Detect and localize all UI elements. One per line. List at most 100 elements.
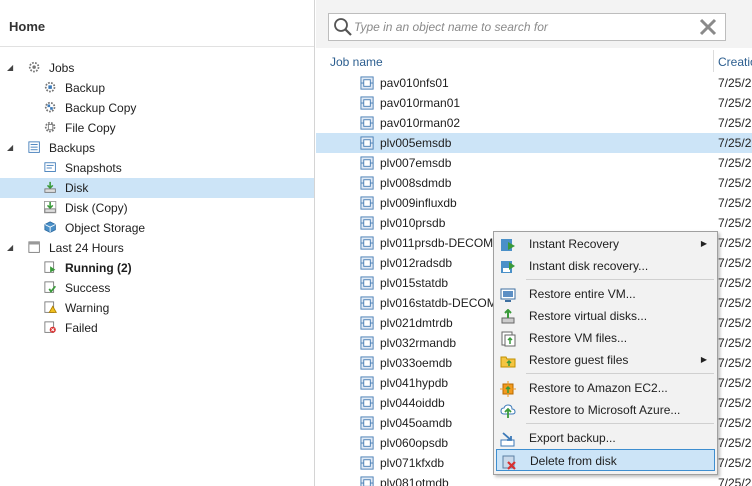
tree-item-label: Failed	[65, 321, 98, 335]
navigation-pane: Home ◢ Jobs Backup Backup Copy File Copy ◢ Bac…	[0, 0, 315, 486]
table-row[interactable]: plv009influxdb 7/25/2	[316, 193, 752, 213]
submenu-arrow-icon: ▶	[700, 355, 707, 364]
job-name-cell: plv015statdb	[380, 276, 449, 290]
collapse-arrow-icon[interactable]: ◢	[7, 58, 17, 78]
tree-item-label: Jobs	[49, 61, 75, 75]
table-row[interactable]: plv007emsdb 7/25/2	[316, 153, 752, 173]
menu-item-label: Export backup...	[529, 431, 616, 445]
context-menu: Instant Recovery ▶ Instant disk recovery..…	[493, 231, 718, 475]
collapse-arrow-icon[interactable]: ◢	[7, 138, 17, 158]
collapse-arrow-icon[interactable]: ◢	[7, 238, 17, 258]
table-row[interactable]: pav010nfs01 7/25/2	[316, 73, 752, 93]
nav-tree: ◢ Jobs Backup Backup Copy File Copy ◢ Backups S…	[0, 58, 314, 338]
backup-job-icon	[44, 81, 56, 93]
job-icon	[360, 216, 374, 230]
job-name-cell: plv033oemdb	[380, 356, 453, 370]
job-icon	[360, 276, 374, 290]
tree-item-disk-copy[interactable]: Disk (Copy)	[0, 198, 314, 218]
creation-time-cell: 7/25/2	[718, 476, 752, 486]
menu-item-restore-guest-files[interactable]: Restore guest files ▶	[496, 349, 715, 371]
menu-separator	[526, 279, 714, 280]
tree-item-warning[interactable]: Warning	[0, 298, 314, 318]
menu-item-delete-from-disk[interactable]: Delete from disk	[496, 449, 715, 471]
menu-item-restore-vm-files[interactable]: Restore VM files...	[496, 327, 715, 349]
creation-time-cell: 7/25/2	[718, 376, 752, 390]
table-row[interactable]: plv010prsdb 7/25/2	[316, 213, 752, 233]
menu-item-instant-recovery[interactable]: Instant Recovery ▶	[496, 233, 715, 255]
job-icon	[360, 136, 374, 150]
restore-files-icon	[501, 331, 516, 347]
tree-item-backup[interactable]: Backup	[0, 78, 314, 98]
creation-time-cell: 7/25/2	[718, 456, 752, 470]
creation-time-cell: 7/25/2	[718, 396, 752, 410]
tree-item-file-copy[interactable]: File Copy	[0, 118, 314, 138]
restore-vm-icon	[500, 288, 516, 302]
job-icon	[360, 236, 374, 250]
job-icon	[360, 176, 374, 190]
job-name-cell: plv021dmtrdb	[380, 316, 453, 330]
creation-time-cell: 7/25/2	[718, 256, 752, 270]
success-icon	[44, 281, 57, 293]
column-header-job-name[interactable]: Job name	[330, 54, 383, 70]
tree-item-object-storage[interactable]: Object Storage	[0, 218, 314, 238]
menu-separator	[526, 373, 714, 374]
creation-time-cell: 7/25/2	[718, 136, 752, 150]
tree-item-success[interactable]: Success	[0, 278, 314, 298]
menu-item-restore-to-amazon-ec2[interactable]: Restore to Amazon EC2...	[496, 377, 715, 399]
backups-icon	[28, 141, 40, 153]
disk-copy-icon	[44, 201, 57, 214]
table-row[interactable]: pav010rman02 7/25/2	[316, 113, 752, 133]
job-name-cell: plv007emsdb	[380, 156, 452, 170]
job-name-cell: pav010nfs01	[380, 76, 449, 90]
menu-item-export-backup[interactable]: Export backup...	[496, 427, 715, 449]
restore-guest-files-icon	[500, 356, 516, 368]
job-name-cell: plv008sdmdb	[380, 176, 452, 190]
disk-icon	[44, 181, 56, 193]
job-name-cell: plv081otmdb	[380, 476, 449, 486]
failed-icon	[44, 321, 56, 333]
table-row[interactable]: plv008sdmdb 7/25/2	[316, 173, 752, 193]
tree-item-backups[interactable]: ◢ Backups	[0, 138, 314, 158]
tree-item-jobs[interactable]: ◢ Jobs	[0, 58, 314, 78]
submenu-arrow-icon: ▶	[700, 239, 707, 248]
tree-item-label: Backup Copy	[65, 101, 137, 115]
creation-time-cell: 7/25/2	[718, 76, 752, 90]
clear-search-icon[interactable]	[697, 16, 719, 38]
job-name-cell: plv012radsdb	[380, 256, 453, 270]
table-row[interactable]: plv005emsdb 7/25/2	[316, 133, 752, 153]
tree-item-running-2[interactable]: Running (2)	[0, 258, 314, 278]
menu-item-label: Restore to Microsoft Azure...	[529, 403, 681, 417]
creation-time-cell: 7/25/2	[718, 276, 752, 290]
menu-item-label: Restore guest files	[529, 353, 629, 367]
table-row[interactable]: pav010rman01 7/25/2	[316, 93, 752, 113]
creation-time-cell: 7/25/2	[718, 116, 752, 130]
tree-item-last-24-hours[interactable]: ◢ Last 24 Hours	[0, 238, 314, 258]
menu-item-instant-disk-recovery[interactable]: Instant disk recovery...	[496, 255, 715, 277]
job-name-cell: plv071kfxdb	[380, 456, 445, 470]
file-copy-icon	[44, 121, 56, 133]
tree-item-label: Running (2)	[65, 261, 132, 275]
column-header-creation[interactable]: Creatio	[718, 54, 752, 70]
column-divider[interactable]	[713, 50, 714, 72]
menu-item-restore-to-microsoft-azure[interactable]: Restore to Microsoft Azure...	[496, 399, 715, 421]
amazon-ec2-icon	[500, 381, 516, 397]
object-storage-icon	[44, 221, 56, 233]
job-icon	[360, 376, 374, 390]
tree-item-label: Disk (Copy)	[65, 201, 128, 215]
tree-item-snapshots[interactable]: Snapshots	[0, 158, 314, 178]
tree-item-label: Last 24 Hours	[49, 241, 124, 255]
menu-item-restore-entire-vm[interactable]: Restore entire VM...	[496, 283, 715, 305]
menu-item-restore-virtual-disks[interactable]: Restore virtual disks...	[496, 305, 715, 327]
search-box[interactable]	[328, 13, 726, 41]
job-icon	[360, 476, 374, 486]
tree-item-disk[interactable]: Disk	[0, 178, 314, 198]
tree-item-failed[interactable]: Failed	[0, 318, 314, 338]
menu-item-label: Restore VM files...	[529, 331, 628, 345]
tree-item-backup-copy[interactable]: Backup Copy	[0, 98, 314, 118]
instant-disk-recovery-icon	[501, 261, 515, 273]
job-icon	[360, 336, 374, 350]
running-icon	[44, 261, 56, 273]
job-icon	[360, 256, 374, 270]
last-24-hours-icon	[28, 241, 40, 253]
search-input[interactable]	[354, 17, 694, 37]
